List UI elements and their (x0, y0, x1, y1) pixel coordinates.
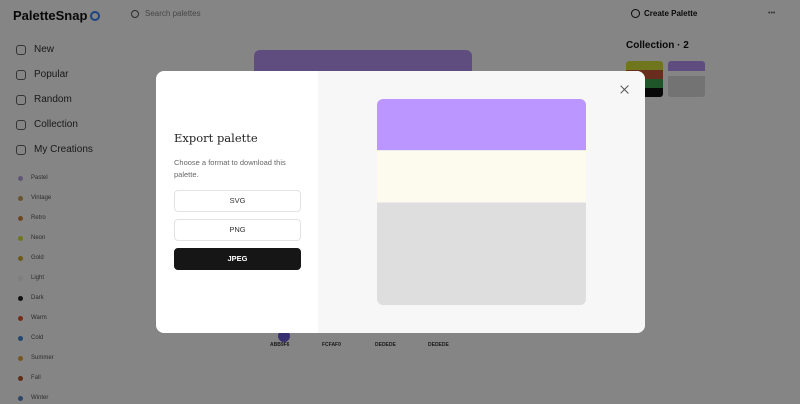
export-preview-panel (318, 71, 645, 333)
export-palette-modal: Export palette Choose a format to downlo… (156, 71, 645, 333)
close-icon[interactable] (619, 84, 631, 96)
palette-preview (377, 99, 586, 305)
preview-swatch (377, 202, 586, 305)
export-png-button[interactable]: PNG (174, 219, 301, 241)
modal-description: Choose a format to download this palette… (174, 158, 286, 179)
modal-title: Export palette (174, 131, 258, 145)
preview-swatch (377, 99, 586, 150)
preview-swatch (377, 150, 586, 202)
export-options-panel: Export palette Choose a format to downlo… (156, 71, 318, 333)
export-svg-button[interactable]: SVG (174, 190, 301, 212)
export-jpeg-button[interactable]: JPEG (174, 248, 301, 270)
